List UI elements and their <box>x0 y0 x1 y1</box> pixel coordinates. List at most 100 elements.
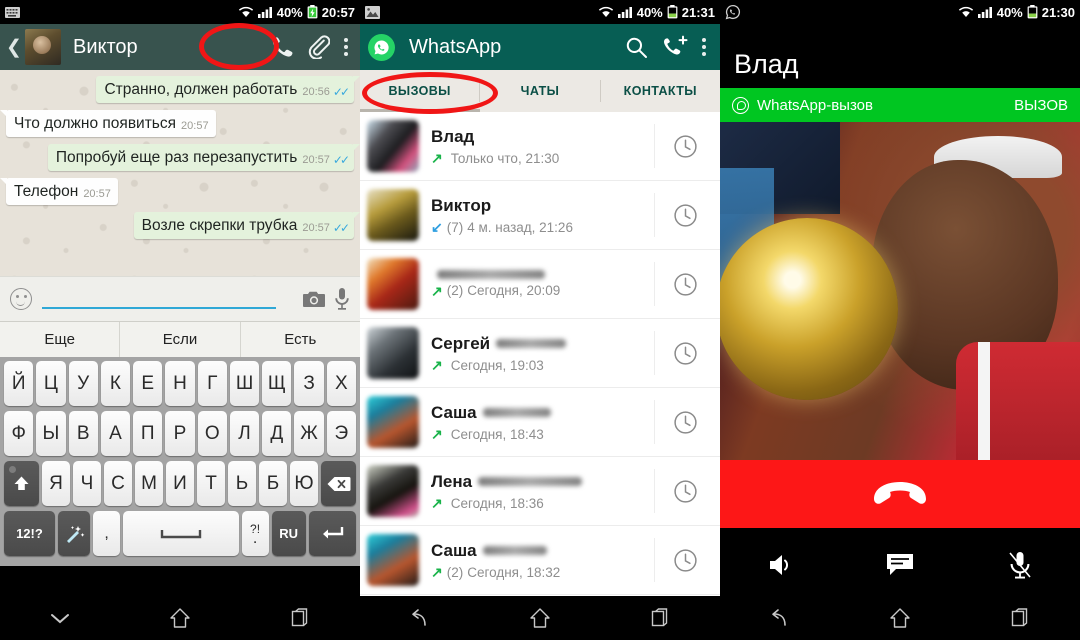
key-6[interactable]: Ь <box>228 461 256 506</box>
key-4[interactable]: И <box>166 461 194 506</box>
key-3[interactable]: К <box>100 361 131 406</box>
paperclip-icon[interactable] <box>308 35 330 59</box>
search-icon[interactable] <box>625 36 648 59</box>
back-icon[interactable] <box>720 607 840 629</box>
key-0[interactable]: Я <box>42 461 70 506</box>
key-6[interactable]: О <box>197 411 227 456</box>
numeric-mode-key[interactable]: 12!? <box>4 511 55 556</box>
read-receipt-icon: ✓✓ <box>332 221 350 235</box>
call-contact-name: Влад <box>431 126 475 146</box>
key-7[interactable]: Л <box>229 411 260 456</box>
message-input[interactable] <box>40 285 294 313</box>
contact-avatar[interactable] <box>25 29 61 65</box>
key-7[interactable]: Б <box>259 461 287 506</box>
suggestion-1[interactable]: Если <box>120 322 241 357</box>
call-log-list[interactable]: Влад ↗ Только что, 21:30 Виктор ↙ (7) 4 … <box>360 112 720 620</box>
call-log-row[interactable]: Сергей ↗ Сегодня, 19:03 <box>360 319 720 388</box>
call-log-row[interactable]: Лена ↗ Сегодня, 18:36 <box>360 457 720 526</box>
key-4[interactable]: Е <box>133 361 163 406</box>
recents-icon[interactable] <box>240 607 360 629</box>
back-icon[interactable] <box>360 607 480 629</box>
space-key[interactable] <box>123 511 239 556</box>
call-info-icon[interactable] <box>654 262 716 306</box>
shift-icon[interactable] <box>4 461 39 506</box>
magic-wand-icon[interactable] <box>57 511 91 556</box>
call-info-icon[interactable] <box>654 469 716 513</box>
key-2[interactable]: С <box>104 461 132 506</box>
phone-call-icon[interactable] <box>270 35 294 59</box>
key-10[interactable]: Х <box>326 361 356 406</box>
call-info-icon[interactable] <box>654 124 716 168</box>
key-1[interactable]: Ы <box>36 411 66 456</box>
home-icon[interactable] <box>480 607 600 629</box>
status-bar-chat: 40% 20:57 <box>0 0 360 24</box>
key-2[interactable]: У <box>68 361 98 406</box>
key-4[interactable]: П <box>133 411 163 456</box>
key-9[interactable]: З <box>294 361 324 406</box>
tab-chats[interactable]: ЧАТЫ <box>480 70 599 112</box>
call-log-row[interactable]: ↗ (2) Сегодня, 20:09 <box>360 250 720 319</box>
message-bubble-incoming[interactable]: Телефон 20:57 <box>0 178 118 205</box>
key-1[interactable]: Ц <box>36 361 66 406</box>
suggestion-0[interactable]: Еще <box>0 322 121 357</box>
key-1[interactable]: Ч <box>73 461 101 506</box>
language-key[interactable]: RU <box>271 511 306 556</box>
emoji-icon[interactable] <box>10 288 32 310</box>
key-2[interactable]: В <box>68 411 98 456</box>
call-time: Сегодня, 18:36 <box>450 495 544 511</box>
overflow-menu-icon[interactable] <box>702 38 706 56</box>
call-info-icon[interactable] <box>654 193 716 237</box>
key-8[interactable]: Д <box>262 411 292 456</box>
home-icon[interactable] <box>120 607 240 629</box>
key-9[interactable]: Ж <box>294 411 324 456</box>
microphone-icon[interactable] <box>334 287 350 311</box>
key-3[interactable]: М <box>135 461 163 506</box>
key-0[interactable]: Ф <box>4 411 34 456</box>
call-info-icon[interactable] <box>654 538 716 582</box>
mute-microphone-icon[interactable] <box>960 550 1080 580</box>
tab-contacts[interactable]: КОНТАКТЫ <box>601 70 720 112</box>
new-call-icon[interactable] <box>662 35 688 59</box>
key-8[interactable]: Щ <box>262 361 292 406</box>
camera-icon[interactable] <box>302 289 326 309</box>
backspace-icon[interactable] <box>321 461 356 506</box>
call-log-row[interactable]: Саша ↗ Сегодня, 18:43 <box>360 388 720 457</box>
key-8[interactable]: Ю <box>290 461 318 506</box>
enter-icon[interactable] <box>308 511 356 556</box>
call-type-banner: WhatsApp-вызов ВЫЗОВ <box>720 88 1080 122</box>
message-bubble-outgoing[interactable]: Попробуй еще раз перезапустить 20:57 ✓✓ <box>47 144 360 171</box>
recents-icon[interactable] <box>600 607 720 629</box>
message-text: Что должно появиться <box>14 115 177 132</box>
chat-message-list[interactable]: Странно, должен работать 20:56 ✓✓ Что до… <box>0 70 360 276</box>
call-log-row[interactable]: Саша ↗ (2) Сегодня, 18:32 <box>360 526 720 595</box>
key-0[interactable]: Й <box>4 361 34 406</box>
call-contact-name: Влад <box>734 49 799 79</box>
suggestion-2[interactable]: Есть <box>241 322 360 357</box>
tab-calls[interactable]: ВЫЗОВЫ <box>360 70 479 112</box>
message-bubble-outgoing[interactable]: Странно, должен работать 20:56 ✓✓ <box>96 76 360 103</box>
back-arrow-icon[interactable]: ❮ <box>6 36 22 59</box>
period-key[interactable]: ?! . <box>241 511 269 556</box>
key-7[interactable]: Ш <box>229 361 260 406</box>
key-5[interactable]: Н <box>165 361 195 406</box>
call-info-icon[interactable] <box>654 331 716 375</box>
call-info-icon[interactable] <box>654 400 716 444</box>
comma-key[interactable]: , <box>93 511 121 556</box>
call-log-row[interactable]: Виктор ↙ (7) 4 м. назад, 21:26 <box>360 181 720 250</box>
overflow-menu-icon[interactable] <box>344 38 348 56</box>
home-icon[interactable] <box>840 607 960 629</box>
end-call-button[interactable] <box>720 460 1080 528</box>
hide-keyboard-icon[interactable] <box>0 610 120 626</box>
speaker-icon[interactable] <box>720 550 840 580</box>
key-5[interactable]: Р <box>165 411 195 456</box>
chat-message-icon[interactable] <box>840 552 960 578</box>
message-bubble-outgoing[interactable]: Возле скрепки трубка 20:57 ✓✓ <box>133 212 360 239</box>
message-bubble-incoming[interactable]: Что должно появиться 20:57 <box>0 110 216 137</box>
key-10[interactable]: Э <box>326 411 356 456</box>
key-6[interactable]: Г <box>197 361 227 406</box>
call-log-row[interactable]: Влад ↗ Только что, 21:30 <box>360 112 720 181</box>
key-5[interactable]: Т <box>197 461 225 506</box>
key-3[interactable]: А <box>100 411 131 456</box>
call-contact-name: Лена <box>431 471 473 491</box>
recents-icon[interactable] <box>960 607 1080 629</box>
